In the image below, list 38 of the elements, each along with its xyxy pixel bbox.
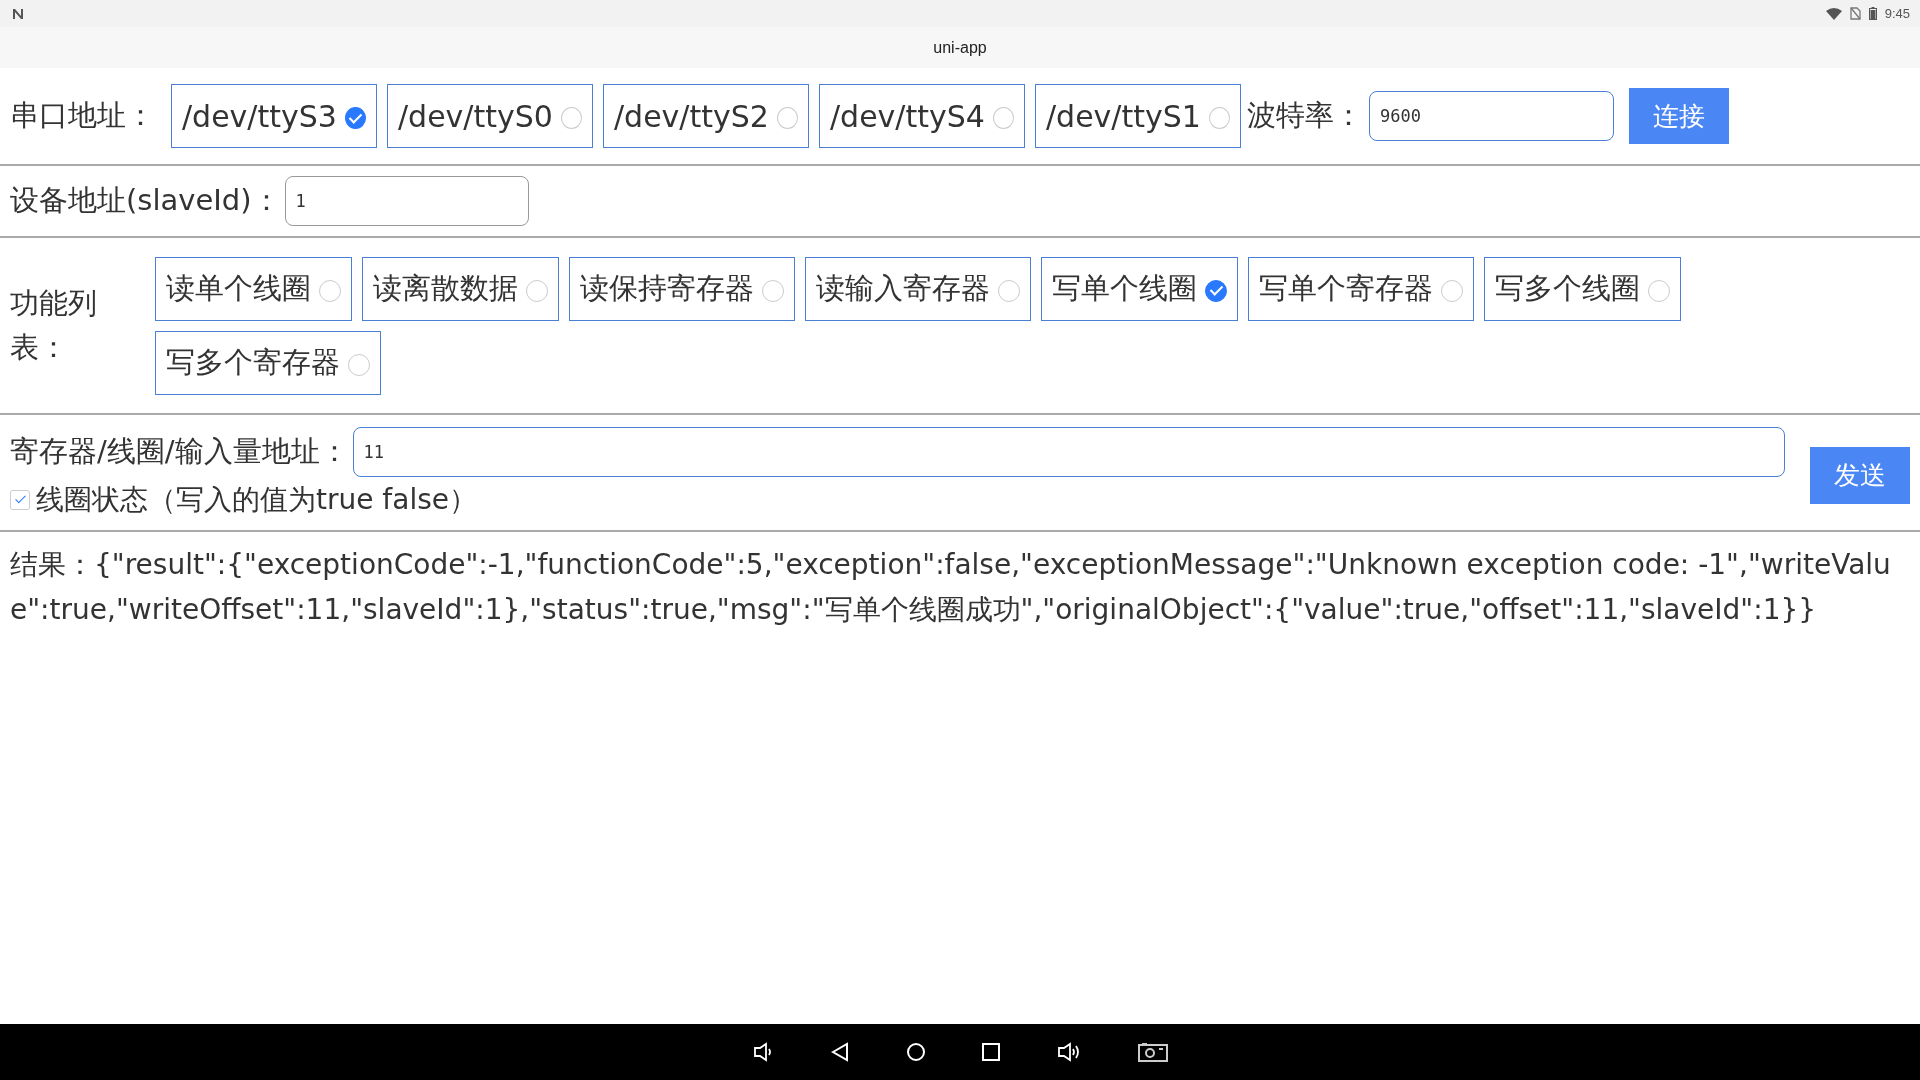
result-text: 结果：{"result":{"exceptionCode":-1,"functionCode":5,"exception":false,"exceptionMessage":"Unknown exception code: -1","writeValue":true,"writeOffset":11,"slaveId":1},"status":true,"msg":"写单个线圈成功","originalObject":{"value":true,"offset":11,"slaveId":1}}: [10, 547, 1892, 628]
slave-id-field[interactable]: 1: [284, 176, 529, 226]
port-option[interactable]: /dev/ttyS1: [1035, 84, 1241, 148]
no-sim-icon: [1849, 7, 1861, 20]
function-option[interactable]: 写多个线圈: [1484, 256, 1681, 321]
baud-rate-field[interactable]: 9600: [1369, 91, 1614, 141]
field-label: 功能列表：: [10, 285, 98, 366]
port-option[interactable]: /dev/ttyS4: [819, 84, 1025, 148]
port-option[interactable]: /dev/ttyS3: [171, 84, 377, 148]
volume-up-icon[interactable]: [1056, 1041, 1082, 1063]
function-option[interactable]: 写单个寄存器: [1248, 256, 1474, 321]
radio-button[interactable]: [344, 107, 366, 129]
field-label: 寄存器/线圈/输入量地址：: [10, 432, 349, 470]
notification-icon: [12, 7, 26, 20]
function-option[interactable]: 读离散数据: [362, 256, 559, 321]
home-icon[interactable]: [906, 1042, 926, 1062]
field-label: 波特率：: [1247, 97, 1363, 134]
volume-down-icon[interactable]: [752, 1041, 774, 1063]
port-option[interactable]: /dev/ttyS2: [603, 84, 809, 148]
field-label: 设备地址(slaveId)：: [10, 182, 281, 219]
camera-icon[interactable]: [1138, 1042, 1168, 1062]
status-time: 9:45: [1884, 6, 1910, 21]
back-icon[interactable]: [830, 1042, 850, 1062]
function-option[interactable]: 读保持寄存器: [569, 256, 795, 321]
checkbox[interactable]: [10, 489, 30, 510]
port-option[interactable]: /dev/ttyS0: [387, 84, 593, 148]
field-label: 串口地址：: [10, 97, 155, 134]
recent-apps-icon[interactable]: [982, 1043, 1000, 1061]
wifi-icon: [1825, 7, 1842, 20]
function-option[interactable]: 写多个寄存器: [155, 330, 381, 395]
checkbox-label: 线圈状态（写入的值为true false）: [36, 481, 477, 518]
radio-button[interactable]: [1205, 279, 1227, 302]
function-option[interactable]: 写单个线圈: [1041, 256, 1238, 321]
function-option[interactable]: 读输入寄存器: [805, 256, 1031, 321]
battery-icon: [1868, 7, 1877, 20]
window-title: uni-app: [933, 38, 987, 57]
function-option[interactable]: 读单个线圈: [155, 256, 352, 321]
address-field[interactable]: 11: [352, 426, 1785, 477]
